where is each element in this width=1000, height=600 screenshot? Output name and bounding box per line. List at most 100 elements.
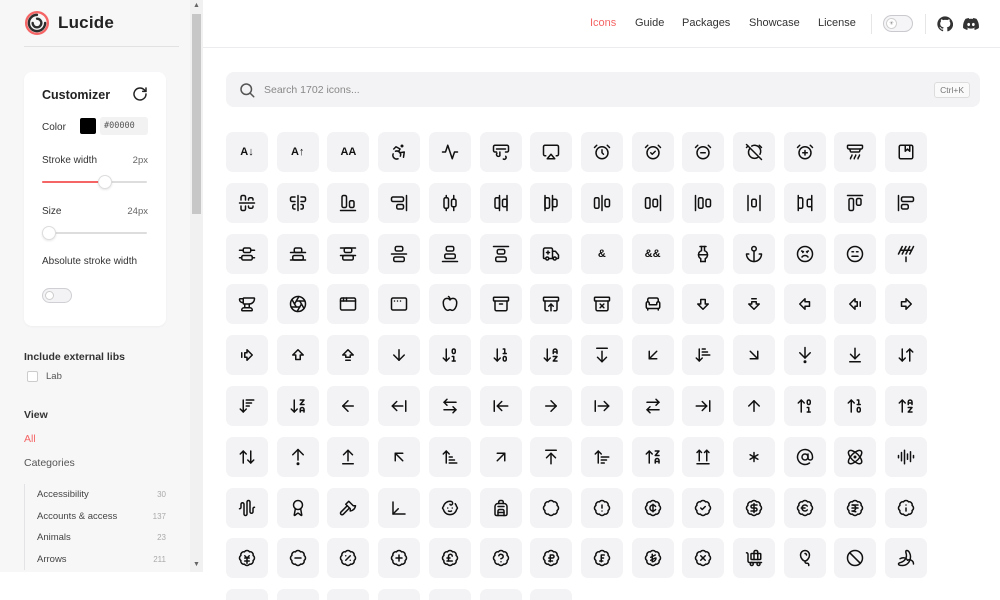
icon-tile[interactable]	[276, 538, 319, 579]
icon-tile[interactable]	[378, 132, 421, 172]
icon-tile[interactable]	[479, 284, 522, 325]
icon-tile[interactable]	[479, 386, 522, 426]
reset-icon[interactable]	[132, 86, 148, 102]
icon-tile[interactable]	[885, 487, 928, 528]
icon-tile[interactable]	[631, 132, 674, 172]
nav-icons[interactable]: Icons	[590, 17, 616, 29]
absolute-stroke-toggle[interactable]	[42, 288, 72, 303]
icon-tile[interactable]	[733, 182, 775, 223]
lab-checkbox-label[interactable]: Lab	[46, 371, 62, 382]
icon-tile[interactable]	[378, 233, 421, 274]
icon-tile[interactable]	[783, 284, 826, 325]
icon-tile[interactable]	[631, 335, 674, 376]
icon-tile[interactable]	[885, 386, 928, 426]
scrollbar-thumb[interactable]	[192, 14, 201, 214]
icon-tile[interactable]	[428, 589, 471, 600]
color-input[interactable]: #00000	[100, 117, 148, 135]
icon-tile[interactable]	[631, 538, 674, 579]
icon-tile[interactable]	[885, 436, 928, 477]
icon-tile[interactable]	[428, 487, 471, 528]
icon-tile[interactable]	[783, 487, 826, 528]
stroke-width-slider[interactable]	[42, 175, 147, 189]
icon-tile[interactable]	[327, 386, 370, 426]
icon-tile[interactable]	[733, 233, 775, 274]
scroll-up-icon[interactable]: ▲	[190, 0, 203, 12]
icon-tile[interactable]	[378, 284, 421, 325]
icon-tile[interactable]	[631, 386, 674, 426]
icon-tile[interactable]	[834, 436, 877, 477]
icon-tile[interactable]	[834, 284, 877, 325]
icon-tile[interactable]	[783, 386, 826, 426]
scroll-down-icon[interactable]: ▼	[190, 559, 203, 571]
icon-tile[interactable]	[580, 386, 623, 426]
category-item[interactable]: Animals 23	[25, 527, 166, 549]
icon-tile[interactable]	[276, 335, 319, 376]
icon-tile[interactable]	[783, 132, 826, 172]
icon-tile[interactable]	[783, 182, 826, 223]
icon-tile[interactable]	[530, 284, 573, 325]
icon-tile[interactable]	[327, 233, 370, 274]
icon-tile[interactable]	[682, 335, 725, 376]
icon-tile[interactable]	[631, 487, 674, 528]
icon-tile[interactable]	[378, 538, 421, 579]
icon-tile[interactable]	[226, 182, 268, 223]
icon-tile[interactable]	[783, 233, 826, 274]
icon-tile[interactable]	[276, 589, 319, 600]
icon-tile[interactable]	[226, 233, 268, 274]
icon-tile[interactable]	[834, 538, 877, 579]
icon-tile[interactable]	[479, 182, 522, 223]
icon-tile[interactable]	[783, 436, 826, 477]
icon-tile[interactable]	[378, 436, 421, 477]
icon-tile[interactable]	[783, 335, 826, 376]
icon-tile[interactable]	[226, 335, 268, 376]
icon-tile[interactable]: AA	[327, 132, 370, 172]
icon-tile[interactable]	[327, 182, 370, 223]
size-slider[interactable]	[42, 226, 147, 240]
icon-tile[interactable]	[530, 589, 573, 600]
icon-tile[interactable]	[276, 233, 319, 274]
icon-tile[interactable]	[428, 132, 471, 172]
color-swatch[interactable]	[80, 118, 96, 134]
icon-tile[interactable]	[580, 335, 623, 376]
view-all-link[interactable]: All	[24, 433, 36, 445]
icon-tile[interactable]	[733, 436, 775, 477]
icon-tile[interactable]	[530, 132, 573, 172]
icon-tile[interactable]	[276, 386, 319, 426]
icon-tile[interactable]	[530, 487, 573, 528]
icon-tile[interactable]	[428, 538, 471, 579]
icon-tile[interactable]	[885, 233, 928, 274]
icon-tile[interactable]	[479, 487, 522, 528]
icon-tile[interactable]	[479, 589, 522, 600]
icon-tile[interactable]	[783, 538, 826, 579]
icon-tile[interactable]	[378, 589, 421, 600]
nav-showcase[interactable]: Showcase	[749, 17, 800, 29]
icon-tile[interactable]	[834, 487, 877, 528]
icon-tile[interactable]	[885, 335, 928, 376]
icon-tile[interactable]	[580, 182, 623, 223]
icon-tile[interactable]: A↓	[226, 132, 268, 172]
icon-tile[interactable]	[479, 538, 522, 579]
icon-tile[interactable]	[276, 436, 319, 477]
icon-tile[interactable]: &	[580, 233, 623, 274]
icon-tile[interactable]	[226, 284, 268, 325]
icon-tile[interactable]	[834, 233, 877, 274]
icon-tile[interactable]	[428, 233, 471, 274]
category-item[interactable]: Arrows 211	[25, 549, 166, 571]
icon-tile[interactable]	[834, 386, 877, 426]
icon-tile[interactable]	[885, 132, 928, 172]
icon-tile[interactable]	[327, 538, 370, 579]
icon-tile[interactable]	[885, 538, 928, 579]
icon-tile[interactable]	[530, 538, 573, 579]
icon-tile[interactable]	[580, 436, 623, 477]
category-item[interactable]: Accessibility 30	[25, 484, 166, 506]
icon-tile[interactable]	[378, 335, 421, 376]
slider-thumb[interactable]	[98, 175, 112, 189]
discord-icon[interactable]	[963, 16, 979, 32]
icon-tile[interactable]	[530, 182, 573, 223]
icon-tile[interactable]	[530, 436, 573, 477]
icon-tile[interactable]	[580, 538, 623, 579]
icon-tile[interactable]	[631, 284, 674, 325]
icon-tile[interactable]	[682, 436, 725, 477]
icon-tile[interactable]	[733, 284, 775, 325]
icon-tile[interactable]	[682, 538, 725, 579]
